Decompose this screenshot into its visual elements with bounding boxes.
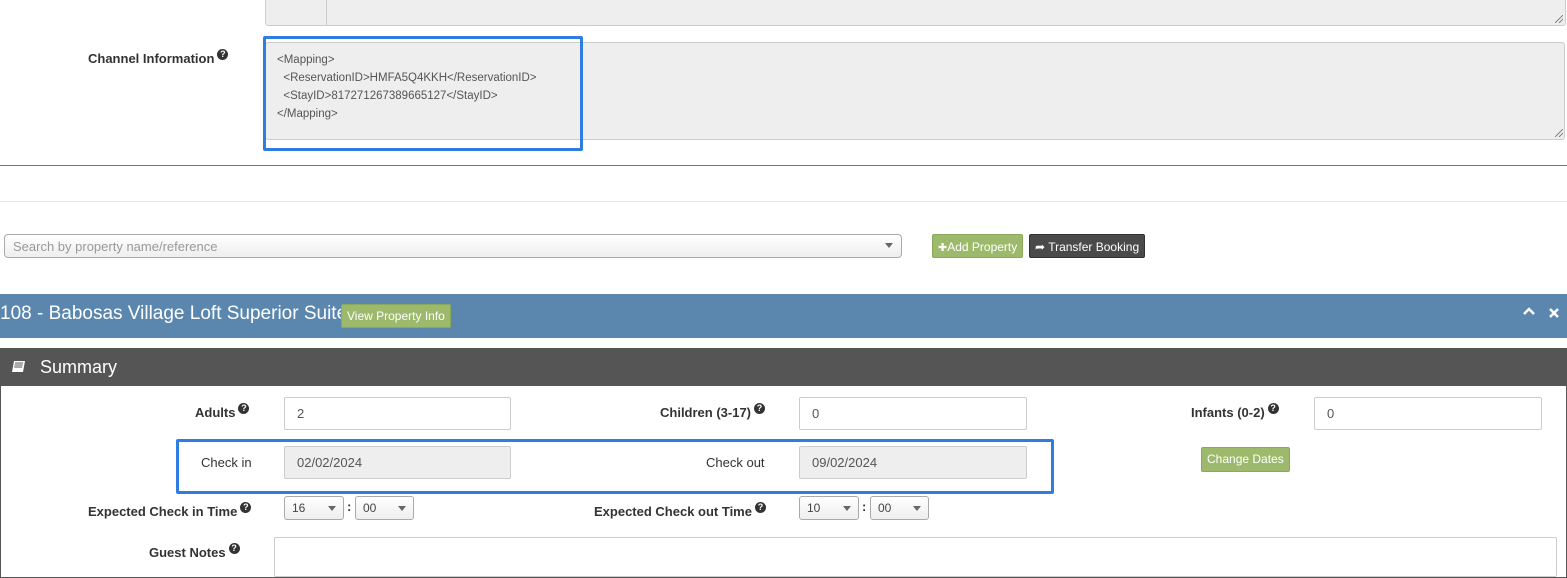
chevron-down-icon [885,243,893,248]
help-icon: ? [217,49,229,60]
expected-checkin-label: Expected Check in Time? [88,502,252,519]
textarea-divider [326,0,327,25]
section-divider [0,165,1567,166]
time-separator: : [862,499,867,514]
checkin-hour-select[interactable]: 16 [284,496,344,520]
chevron-down-icon [843,506,851,511]
transfer-booking-label: Transfer Booking [1048,240,1140,254]
adults-label-text: Adults [195,405,236,420]
resize-grip-icon[interactable] [1555,129,1563,137]
close-icon[interactable] [1548,306,1560,323]
help-icon: ? [238,403,250,414]
book-icon [12,361,25,372]
checkin-hour-value: 16 [292,501,306,515]
checkin-minute-select[interactable]: 00 [355,496,414,520]
children-label: Children (3-17)? [660,403,766,420]
adults-input[interactable]: 2 [284,397,511,430]
expected-checkout-label-text: Expected Check out Time [594,504,752,519]
expected-checkout-label: Expected Check out Time? [594,502,766,519]
chevron-up-svg [1523,307,1535,315]
checkout-hour-value: 10 [807,501,821,515]
help-icon: ? [240,502,252,513]
plus-icon: ✚ [938,242,948,254]
chevron-down-icon [398,506,406,511]
resize-grip-icon[interactable] [1555,15,1563,23]
add-property-label: Add Property [947,240,1018,254]
checkout-minute-value: 00 [878,501,892,515]
share-icon: ➦ [1035,240,1046,254]
section-divider-light [0,201,1567,202]
guest-notes-textarea[interactable] [274,537,1557,577]
close-svg [1549,308,1559,318]
transfer-booking-button[interactable]: ➦ Transfer Booking [1029,234,1146,258]
property-title: 108 - Babosas Village Loft Superior Suit… [0,303,348,324]
time-separator: : [347,499,352,514]
channel-info-label: Channel Information? [88,49,229,66]
add-property-button[interactable]: ✚Add Property [932,234,1024,258]
children-label-text: Children (3-17) [660,405,752,420]
property-search-placeholder: Search by property name/reference [13,239,218,254]
checkout-hour-select[interactable]: 10 [799,496,859,520]
highlight-box-channel [263,36,583,151]
help-icon: ? [228,543,240,554]
view-property-info-button[interactable]: View Property Info [341,304,451,328]
children-input[interactable]: 0 [799,397,1027,430]
summary-header[interactable] [0,348,1567,386]
infants-input[interactable]: 0 [1314,397,1542,430]
help-icon: ? [754,403,766,414]
help-icon: ? [1267,403,1279,414]
chevron-down-icon [328,506,336,511]
highlight-box-dates [176,439,1054,494]
guest-notes-label: Guest Notes? [149,543,240,560]
checkin-minute-value: 00 [363,501,377,515]
summary-title: Summary [40,357,118,377]
previous-textarea[interactable] [265,0,1566,26]
property-search-select[interactable]: Search by property name/reference [4,234,902,258]
infants-label-text: Infants (0-2) [1191,405,1265,420]
adults-label: Adults? [195,403,250,420]
infants-label: Infants (0-2)? [1191,403,1279,420]
expected-checkin-label-text: Expected Check in Time [88,504,238,519]
help-icon: ? [754,502,766,513]
guest-notes-label-text: Guest Notes [149,545,226,560]
chevron-down-icon [913,506,921,511]
chevron-up-icon[interactable] [1522,304,1536,322]
checkout-minute-select[interactable]: 00 [870,496,929,520]
channel-info-label-text: Channel Information [88,51,215,66]
change-dates-button[interactable]: Change Dates [1201,447,1290,472]
